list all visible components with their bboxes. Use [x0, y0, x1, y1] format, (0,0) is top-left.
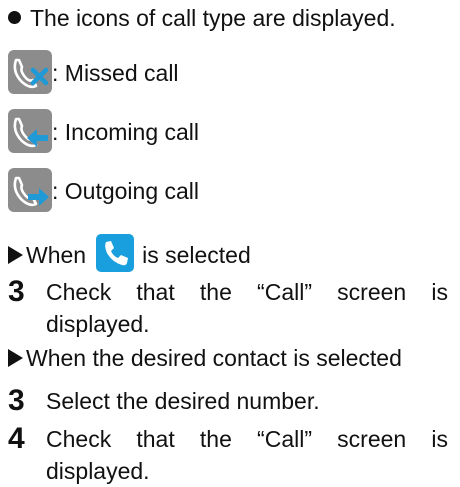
step-number: 3	[8, 384, 25, 417]
section-phone-before: When	[26, 242, 87, 268]
missed-call-icon	[8, 50, 52, 94]
document-page: The icons of call type are displayed. : …	[0, 0, 460, 486]
step-text: Select the desired number.	[46, 388, 320, 414]
intro-line: The icons of call type are displayed.	[8, 4, 396, 32]
step-number: 4	[8, 422, 25, 455]
incoming-call-icon	[8, 109, 52, 153]
step-select-number: 3 Select the desired number.	[8, 385, 448, 417]
step-text: Check that the “Call” screen is displaye…	[46, 279, 448, 337]
triangle-bullet-icon	[8, 246, 23, 264]
triangle-bullet-icon	[8, 349, 23, 367]
section-phone-selected: When is selected	[8, 234, 251, 272]
bullet-dot-icon	[8, 11, 21, 24]
step-number: 3	[8, 275, 25, 308]
missed-call-label: : Missed call	[52, 60, 179, 86]
outgoing-call-icon	[8, 168, 52, 212]
section-phone-after: is selected	[142, 242, 251, 268]
step-phone: 3 Check that the “Call” screen is displa…	[8, 276, 448, 340]
incoming-call-label: : Incoming call	[52, 119, 200, 145]
outgoing-call-label: : Outgoing call	[52, 178, 200, 204]
section-contact-selected: When the desired contact is selected	[8, 344, 402, 372]
step-check-call-screen: 4 Check that the “Call” screen is displa…	[8, 423, 448, 487]
phone-icon	[96, 234, 135, 272]
section-contact-text: When the desired contact is selected	[26, 345, 402, 371]
step-text: Check that the “Call” screen is displaye…	[46, 426, 448, 484]
intro-text: The icons of call type are displayed.	[30, 5, 396, 31]
